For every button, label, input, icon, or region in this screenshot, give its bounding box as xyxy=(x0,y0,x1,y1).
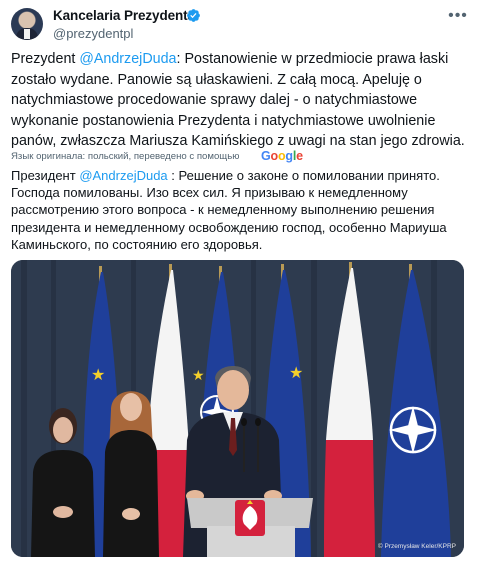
tweet: Kancelaria Prezydenta @prezydentpl ••• P… xyxy=(0,0,485,564)
google-logo: Google xyxy=(261,149,303,163)
account-name[interactable]: Kancelaria Prezydenta xyxy=(53,8,195,23)
photo-illustration: ★ ★ ★ ★ xyxy=(11,260,464,557)
translated-mention-link[interactable]: @AndrzejDuda xyxy=(79,168,167,183)
svg-text:★: ★ xyxy=(289,363,303,382)
svg-text:★: ★ xyxy=(91,365,105,384)
translated-text: Президент @AndrzejDuda : Решение о закон… xyxy=(11,167,475,253)
svg-text:★: ★ xyxy=(192,368,205,384)
tweet-prefix: Prezydent xyxy=(11,51,80,67)
account-handle[interactable]: @prezydentpl xyxy=(53,26,133,41)
avatar[interactable] xyxy=(11,8,43,40)
more-icon[interactable]: ••• xyxy=(446,7,470,27)
translated-prefix: Президент xyxy=(11,168,80,183)
tweet-mention-link[interactable]: @AndrzejDuda xyxy=(79,51,176,67)
tweet-text: Prezydent @AndrzejDuda: Postanowienie w … xyxy=(11,49,473,152)
tweet-photo[interactable]: ★ ★ ★ ★ xyxy=(11,260,464,557)
woman-center-left xyxy=(103,391,159,557)
verified-badge-icon xyxy=(187,9,200,22)
photo-credit: © Przemysław Keler/KPRP xyxy=(377,543,456,550)
translation-note: Язык оригинала: польский, переведено с п… xyxy=(11,151,240,162)
avatar-shirt xyxy=(24,29,30,39)
